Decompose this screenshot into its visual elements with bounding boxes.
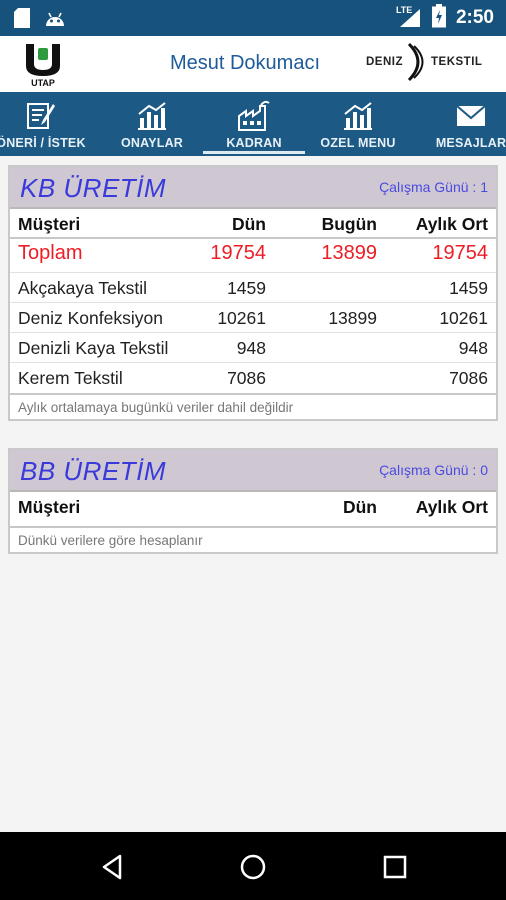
tab-label: KADRAN (226, 136, 282, 150)
col-monthly: Aylık Ort (415, 214, 488, 234)
tab-mesajlar[interactable]: MESAJLAR (420, 92, 506, 156)
kb-production-card: KB ÜRETİM Çalışma Günü : 1 Müşteri Dün B… (8, 165, 498, 421)
value-monthly: 948 (458, 338, 488, 358)
total-label: Toplam (18, 242, 83, 264)
bar-chart-icon (342, 100, 374, 132)
sd-card-icon (14, 8, 30, 33)
bar-chart-icon (136, 100, 168, 132)
tab-label: MESAJLAR (435, 136, 506, 150)
status-time: 2:50 (455, 7, 494, 28)
col-monthly: Aylık Ort (415, 497, 488, 517)
total-yesterday: 19754 (210, 242, 266, 264)
top-nav: ÖNERİ / İSTEK ONAYLAR KADRAN OZEL MENU M… (0, 92, 506, 156)
col-customer: Müşteri (18, 497, 81, 517)
value-yesterday: 948 (236, 338, 266, 358)
recents-button[interactable] (380, 852, 410, 882)
customer-name: Deniz Konfeksiyon (18, 308, 163, 328)
value-yesterday: 10261 (217, 308, 266, 328)
table-header: Müşteri Dün Aylık Ort (10, 492, 496, 526)
table-row[interactable]: Akçakaya Tekstil 1459 1459 (10, 273, 496, 303)
value-yesterday: 7086 (227, 368, 266, 388)
edit-icon (25, 100, 57, 132)
table-row[interactable]: Deniz Konfeksiyon 10261 13899 10261 (10, 303, 496, 333)
value-yesterday: 1459 (227, 278, 266, 298)
bb-production-card: BB ÜRETİM Çalışma Günü : 0 Müşteri Dün A… (8, 448, 498, 554)
col-yesterday: Dün (231, 214, 266, 234)
logo-word-tekstil: TEKSTIL (431, 56, 483, 68)
tab-onaylar[interactable]: ONAYLAR (102, 92, 202, 156)
working-days: Çalışma Günü : 0 (379, 462, 488, 478)
card-header: BB ÜRETİM Çalışma Günü : 0 (10, 450, 496, 492)
tab-kadran[interactable]: KADRAN (203, 92, 305, 156)
tab-oneri-istek[interactable]: ÖNERİ / İSTEK (0, 92, 100, 156)
table-row[interactable]: Denizli Kaya Tekstil 948 948 (10, 333, 496, 363)
card-title: BB ÜRETİM (20, 456, 167, 486)
total-monthly: 19754 (432, 242, 488, 264)
system-nav-bar (0, 832, 506, 900)
total-today: 13899 (321, 242, 377, 264)
android-icon (44, 8, 66, 33)
svg-text:UTAP: UTAP (31, 78, 55, 88)
home-button[interactable] (238, 852, 268, 882)
value-monthly: 7086 (449, 368, 488, 388)
app-header: UTAP Mesut Dokumacı DENIZ TEKSTIL (0, 36, 506, 92)
working-days: Çalışma Günü : 1 (379, 179, 488, 195)
envelope-icon (456, 100, 486, 132)
card-footnote: Dünkü verilere göre hesaplanır (10, 526, 496, 552)
tab-label: ÖNERİ / İSTEK (0, 136, 86, 150)
battery-icon (431, 3, 446, 33)
customer-name: Denizli Kaya Tekstil (18, 338, 169, 358)
tab-label: OZEL MENU (320, 136, 396, 150)
tab-ozel-menu[interactable]: OZEL MENU (306, 92, 410, 156)
tab-label: ONAYLAR (120, 136, 184, 150)
customer-name: Akçakaya Tekstil (18, 278, 148, 298)
value-today: 13899 (328, 308, 377, 328)
value-monthly: 1459 (449, 278, 488, 298)
col-today: Bugün (321, 214, 377, 234)
customer-name: Kerem Tekstil (18, 368, 123, 388)
logo-word-deniz: DENIZ (366, 56, 403, 68)
total-row: Toplam 19754 13899 19754 (10, 239, 496, 273)
active-tab-indicator (203, 151, 305, 154)
back-button[interactable] (98, 852, 128, 882)
factory-icon (237, 100, 271, 132)
table-row[interactable]: Kerem Tekstil 7086 7086 (10, 363, 496, 393)
card-header: KB ÜRETİM Çalışma Günü : 1 (10, 167, 496, 209)
status-bar: LTE 2:50 (0, 0, 506, 36)
table-header: Müşteri Dün Bugün Aylık Ort (10, 209, 496, 239)
card-title: KB ÜRETİM (20, 173, 167, 203)
deniz-tekstil-logo: DENIZ TEKSTIL (366, 42, 498, 82)
col-customer: Müşteri (18, 214, 81, 234)
col-yesterday: Dün (342, 497, 377, 517)
card-footnote: Aylık ortalamaya bugünkü veriler dahil d… (10, 393, 496, 419)
value-monthly: 10261 (439, 308, 488, 328)
signal-icon: LTE (396, 5, 422, 29)
